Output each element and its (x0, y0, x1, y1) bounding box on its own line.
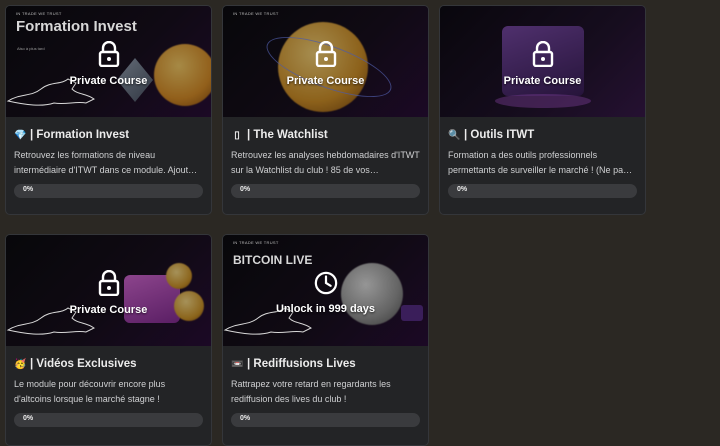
course-description: Retrouvez les formations de niveau inter… (14, 150, 198, 175)
course-title[interactable]: 📼 | Rediffusions Lives (231, 356, 420, 372)
course-title[interactable]: ▯ | The Watchlist (231, 127, 420, 143)
course-title-text: | Rediffusions Lives (247, 358, 356, 370)
course-title[interactable]: 🥳 | Vidéos Exclusives (14, 356, 203, 372)
lock-overlay: Private Course (6, 6, 211, 117)
course-description: Rattrapez votre retard en regardants les… (231, 379, 391, 404)
private-course-label: Private Course (69, 303, 148, 316)
course-title-text: | The Watchlist (247, 129, 328, 141)
unlock-countdown-label: Unlock in 999 days (275, 302, 376, 315)
course-description: Le module pour découvrir encore plus d'a… (14, 379, 166, 404)
progress-label: 0% (240, 186, 251, 193)
lock-icon (98, 269, 119, 296)
lock-overlay: Private Course (440, 6, 645, 117)
lock-icon (532, 40, 553, 67)
course-card-rediffusions-lives[interactable]: IN TRADE WE TRUST BITCOIN LIVE Unlock in… (222, 234, 429, 446)
progress-bar: 0% (448, 184, 637, 198)
lock-overlay: Private Course (223, 6, 428, 117)
course-card-the-watchlist[interactable]: IN TRADE WE TRUST Private Course ▯ | The… (222, 5, 429, 215)
progress-bar: 0% (14, 184, 203, 198)
private-course-label: Private Course (503, 74, 582, 87)
course-card-videos-exclusives[interactable]: Private Course 🥳 | Vidéos Exclusives Le … (5, 234, 212, 446)
course-card-formation-invest[interactable]: IN TRADE WE TRUST Formation Invest Also … (5, 5, 212, 215)
course-title-text: | Formation Invest (30, 129, 130, 141)
progress-label: 0% (457, 186, 468, 193)
diamond-icon: 💎 (14, 129, 27, 141)
course-description: Formation a des outils professionnels pe… (448, 150, 633, 175)
party-face-icon: 🥳 (14, 358, 27, 370)
progress-label: 0% (23, 186, 34, 193)
course-title[interactable]: 💎 | Formation Invest (14, 127, 203, 143)
lock-icon (315, 40, 336, 67)
clock-icon (314, 271, 337, 294)
course-card-outils-itwt[interactable]: Private Course 🔍 | Outils ITWT Formation… (439, 5, 646, 215)
videocassette-icon: 📼 (231, 358, 244, 370)
lock-overlay: Private Course (6, 235, 211, 346)
progress-bar: 0% (231, 184, 420, 198)
magnifier-icon: 🔍 (448, 129, 461, 141)
private-course-label: Private Course (69, 74, 148, 87)
progress-bar: 0% (14, 413, 203, 427)
lock-icon (98, 40, 119, 67)
course-thumbnail: IN TRADE WE TRUST BITCOIN LIVE Unlock in… (223, 235, 428, 346)
course-thumbnail: IN TRADE WE TRUST Private Course (223, 6, 428, 117)
course-title-text: | Outils ITWT (464, 129, 535, 141)
progress-label: 0% (240, 415, 251, 422)
progress-bar: 0% (231, 413, 420, 427)
course-title-text: | Vidéos Exclusives (30, 358, 137, 370)
course-title[interactable]: 🔍 | Outils ITWT (448, 127, 637, 143)
course-description: Retrouvez les analyses hebdomadaires d'I… (231, 150, 420, 175)
placeholder-glyph-icon: ▯ (234, 129, 240, 141)
course-thumbnail: Private Course (440, 6, 645, 117)
unlock-overlay: Unlock in 999 days (223, 235, 428, 346)
course-thumbnail: IN TRADE WE TRUST Formation Invest Also … (6, 6, 211, 117)
private-course-label: Private Course (286, 74, 365, 87)
course-thumbnail: Private Course (6, 235, 211, 346)
progress-label: 0% (23, 415, 34, 422)
